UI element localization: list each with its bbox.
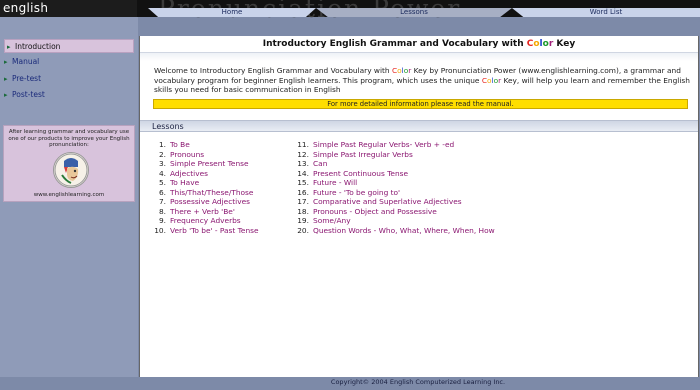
lesson-number: 20. [297, 225, 309, 235]
lesson-number: 14. [297, 168, 309, 178]
lesson-number: 3. [158, 159, 166, 168]
sidebar-item-label: Manual [12, 57, 40, 66]
lessons-column-left: 1. To Be 2. Pronouns 3. Simple Present Tens… [150, 140, 259, 236]
intro-text-1: Welcome to Introductory English Grammar … [154, 66, 392, 75]
list-item: 15. Future - Will [293, 178, 495, 188]
arrow-icon: ▸ [7, 43, 11, 51]
lesson-link[interactable]: Adjectives [170, 169, 208, 178]
lesson-number: 9. [158, 216, 166, 225]
lesson-number: 15. [297, 178, 309, 187]
lesson-number: 6. [158, 187, 166, 197]
promo-url: www.englishlearning.com [33, 192, 105, 198]
lesson-link[interactable]: Pronouns [170, 150, 204, 159]
lesson-number: 18. [297, 206, 309, 216]
lesson-number: 2. [158, 149, 166, 159]
manual-notice-link[interactable]: For more detailed information please rea… [153, 99, 688, 109]
sidebar: ▸ Introduction ▸ Manual ▸ Pre-test ▸ Post-te… [0, 17, 138, 377]
lesson-number: 16. [297, 187, 309, 197]
arrow-icon: ▸ [4, 58, 8, 66]
lesson-link[interactable]: To Have [170, 178, 199, 187]
list-item: 4. Adjectives [150, 169, 259, 179]
tab-home[interactable]: Home [148, 8, 316, 17]
lesson-link[interactable]: Simple Present Tense [170, 159, 249, 168]
promo-text: After learning grammar and vocabulary us… [8, 129, 130, 148]
list-item: 8. There + Verb 'Be' [150, 207, 259, 217]
lesson-link[interactable]: This/That/These/Those [170, 188, 253, 197]
list-item: 18. Pronouns - Object and Possessive [293, 207, 495, 217]
lesson-link[interactable]: Comparative and Superlative Adjectives [313, 197, 462, 206]
sidebar-item-label: Introduction [15, 42, 61, 51]
title-text: Introductory English Grammar and Vocabul… [262, 39, 527, 49]
lesson-link[interactable]: There + Verb 'Be' [170, 207, 235, 216]
lesson-number: 1. [158, 140, 166, 149]
sidebar-item-manual[interactable]: ▸ Manual [4, 55, 39, 69]
lesson-link[interactable]: Frequency Adverbs [170, 216, 241, 225]
sidebar-item-post-test[interactable]: ▸ Post-test [4, 88, 45, 102]
lesson-link[interactable]: Pronouns - Object and Possessive [313, 207, 437, 216]
lesson-link[interactable]: Verb 'To be' - Past Tense [170, 226, 259, 235]
list-item: 9. Frequency Adverbs [150, 216, 259, 226]
lesson-number: 8. [158, 206, 166, 216]
sidebar-item-introduction[interactable]: ▸ Introduction [4, 39, 134, 53]
lesson-number: 12. [297, 149, 309, 159]
sidebar-item-label: Pre-test [12, 74, 42, 83]
lesson-link[interactable]: Simple Past Irregular Verbs [313, 150, 413, 159]
list-item: 5. To Have [150, 178, 259, 188]
lesson-number: 7. [158, 197, 166, 206]
lessons-column-right: 11. Simple Past Regular Verbs- Verb + -ed… [293, 140, 495, 236]
intro-paragraph: Welcome to Introductory English Grammar … [154, 66, 691, 95]
lesson-link[interactable]: Future - 'To be going to' [313, 188, 400, 197]
list-item: 1. To Be [150, 140, 259, 150]
lesson-number: 5. [158, 178, 166, 187]
list-item: 7. Possessive Adjectives [150, 197, 259, 207]
lesson-number: 17. [297, 197, 309, 206]
tab-word-list[interactable]: Word List [512, 8, 700, 17]
pronunciation-power-promo[interactable]: After learning grammar and vocabulary us… [3, 125, 135, 202]
tab-lessons[interactable]: Lessons [316, 8, 512, 17]
lesson-link[interactable]: Question Words - Who, What, Where, When,… [313, 226, 495, 235]
lesson-link[interactable]: Future - Will [313, 178, 357, 187]
list-item: 2. Pronouns [150, 150, 259, 160]
list-item: 10. Verb 'To be' - Past Tense [150, 225, 259, 236]
lesson-link[interactable]: Possessive Adjectives [170, 197, 250, 206]
color-word: Color [527, 39, 554, 49]
lesson-link[interactable]: To Be [170, 140, 190, 149]
lesson-number: 11. [297, 140, 309, 149]
page-title: Introductory English Grammar and Vocabul… [140, 39, 698, 49]
lesson-link[interactable]: Present Continuous Tense [313, 169, 408, 178]
sidebar-item-label: Post-test [12, 90, 45, 99]
color-word: Color [392, 66, 411, 75]
copyright-footer: Copyright© 2004 English Computerized Lea… [139, 377, 697, 390]
title-key: Key [556, 39, 576, 49]
list-item: 17. Comparative and Superlative Adjective… [293, 197, 495, 207]
main-content: Introductory English Grammar and Vocabul… [139, 36, 699, 377]
list-item: 20. Question Words - Who, What, Where, Wh… [293, 225, 495, 236]
list-item: 3. Simple Present Tense [150, 159, 259, 169]
lesson-number: 4. [158, 168, 166, 178]
sidebar-item-pre-test[interactable]: ▸ Pre-test [4, 72, 41, 86]
list-item: 6. This/That/These/Those [150, 188, 259, 198]
list-item: 16. Future - 'To be going to' [293, 188, 495, 198]
arrow-icon: ▸ [4, 91, 8, 99]
lesson-number: 19. [297, 216, 309, 225]
lesson-link[interactable]: Simple Past Regular Verbs- Verb + -ed [313, 140, 454, 149]
list-item: 12. Simple Past Irregular Verbs [293, 150, 495, 160]
color-word: Color [482, 76, 501, 85]
title-divider [140, 52, 698, 61]
lesson-number: 13. [297, 159, 309, 168]
lesson-number: 10. [154, 225, 166, 235]
list-item: 19. Some/Any [293, 216, 495, 226]
list-item: 13. Can [293, 159, 495, 169]
lessons-header: Lessons [140, 120, 698, 132]
arrow-icon: ▸ [4, 75, 8, 83]
lesson-link[interactable]: Some/Any [313, 216, 351, 225]
top-bar: Pronunciation Power english Learning.com… [0, 0, 700, 32]
list-item: 14. Present Continuous Tense [293, 169, 495, 179]
list-item: 11. Simple Past Regular Verbs- Verb + -ed [293, 140, 495, 150]
logo: english Learning.com [0, 0, 137, 32]
pronunciation-face-icon [53, 152, 89, 188]
lesson-link[interactable]: Can [313, 159, 327, 168]
color-letter: r [548, 39, 554, 49]
